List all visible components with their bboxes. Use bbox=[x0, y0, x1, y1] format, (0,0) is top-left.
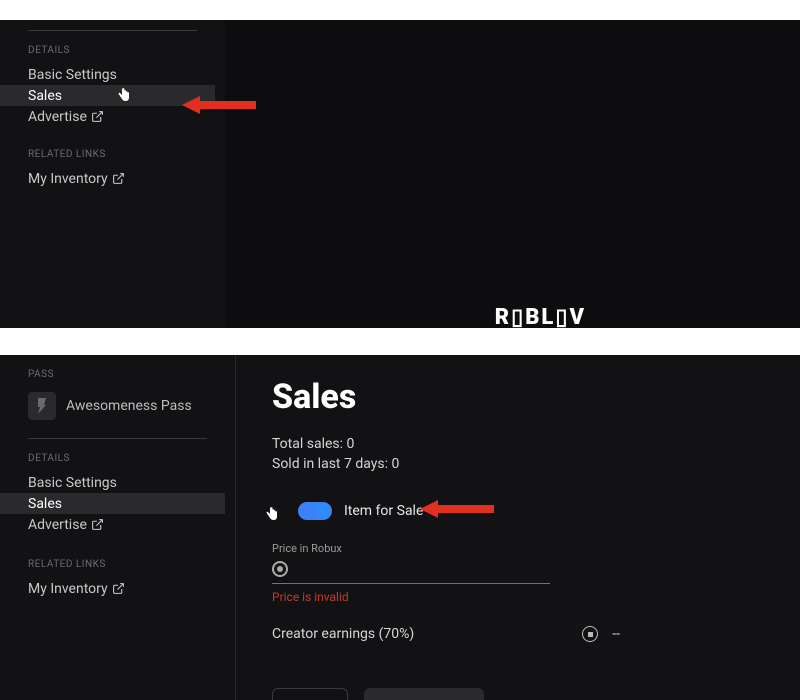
pass-thumb-icon bbox=[28, 392, 56, 420]
nav-basic-settings[interactable]: Basic Settings bbox=[28, 64, 225, 85]
external-link-icon bbox=[91, 518, 104, 531]
nav-my-inventory[interactable]: My Inventory bbox=[28, 168, 225, 189]
total-sales: Total sales: 0 bbox=[272, 435, 764, 455]
content-area: Sales Total sales: 0 Sold in last 7 days… bbox=[236, 355, 800, 700]
nav-label: My Inventory bbox=[28, 171, 108, 187]
robux-icon bbox=[582, 626, 598, 642]
divider bbox=[28, 30, 197, 31]
page-title: Sales bbox=[272, 377, 764, 417]
divider bbox=[28, 438, 207, 439]
section-label-related: RELATED LINKS bbox=[28, 149, 225, 160]
bottom-screenshot: PASS Awesomeness Pass DETAILS Basic Sett… bbox=[0, 355, 800, 700]
sold-last-7: Sold in last 7 days: 0 bbox=[272, 455, 764, 475]
pass-item[interactable]: Awesomeness Pass bbox=[28, 392, 235, 420]
nav-label: My Inventory bbox=[28, 581, 108, 597]
cursor-pointer-icon bbox=[266, 507, 278, 525]
nav-label: Sales bbox=[28, 496, 62, 512]
external-link-icon bbox=[112, 582, 125, 595]
nav-sales[interactable]: Sales bbox=[0, 85, 215, 106]
secondary-button[interactable] bbox=[272, 688, 348, 700]
top-screenshot: DETAILS Basic Settings Sales Advertise R… bbox=[0, 20, 800, 328]
logo-fragment: R▯BL▯V bbox=[495, 305, 586, 330]
cursor-pointer-icon bbox=[118, 88, 130, 106]
earnings-label: Creator earnings (70%) bbox=[272, 626, 414, 642]
section-label-details: DETAILS bbox=[28, 453, 235, 464]
nav-advertise[interactable]: Advertise bbox=[28, 106, 225, 127]
section-label-details: DETAILS bbox=[28, 45, 225, 56]
primary-button[interactable] bbox=[364, 688, 484, 700]
sidebar: PASS Awesomeness Pass DETAILS Basic Sett… bbox=[0, 355, 236, 700]
stat-label: Total sales: bbox=[272, 436, 343, 452]
pass-name: Awesomeness Pass bbox=[66, 398, 192, 414]
price-input[interactable] bbox=[272, 559, 550, 584]
nav-basic-settings[interactable]: Basic Settings bbox=[28, 472, 235, 493]
nav-label: Advertise bbox=[28, 517, 87, 533]
nav-label: Basic Settings bbox=[28, 67, 117, 83]
external-link-icon bbox=[91, 110, 104, 123]
toggle-label: Item for Sale bbox=[344, 503, 423, 519]
price-error: Price is invalid bbox=[272, 590, 764, 604]
external-link-icon bbox=[112, 172, 125, 185]
price-label: Price in Robux bbox=[272, 542, 764, 555]
stat-value: 0 bbox=[391, 456, 399, 472]
item-for-sale-toggle[interactable] bbox=[298, 502, 332, 520]
nav-my-inventory[interactable]: My Inventory bbox=[28, 578, 235, 599]
nav-label: Basic Settings bbox=[28, 475, 117, 491]
nav-label: Advertise bbox=[28, 109, 87, 125]
nav-label: Sales bbox=[28, 88, 62, 104]
section-label-pass: PASS bbox=[28, 369, 235, 380]
nav-sales[interactable]: Sales bbox=[0, 493, 225, 514]
content-area: R▯BL▯V bbox=[225, 20, 800, 328]
stat-label: Sold in last 7 days: bbox=[272, 456, 388, 472]
earnings-value: -- bbox=[612, 626, 620, 642]
section-label-related: RELATED LINKS bbox=[28, 559, 235, 570]
nav-advertise[interactable]: Advertise bbox=[28, 514, 235, 535]
stat-value: 0 bbox=[347, 436, 355, 452]
toggle-knob bbox=[316, 504, 330, 518]
sidebar: DETAILS Basic Settings Sales Advertise R… bbox=[0, 20, 225, 328]
